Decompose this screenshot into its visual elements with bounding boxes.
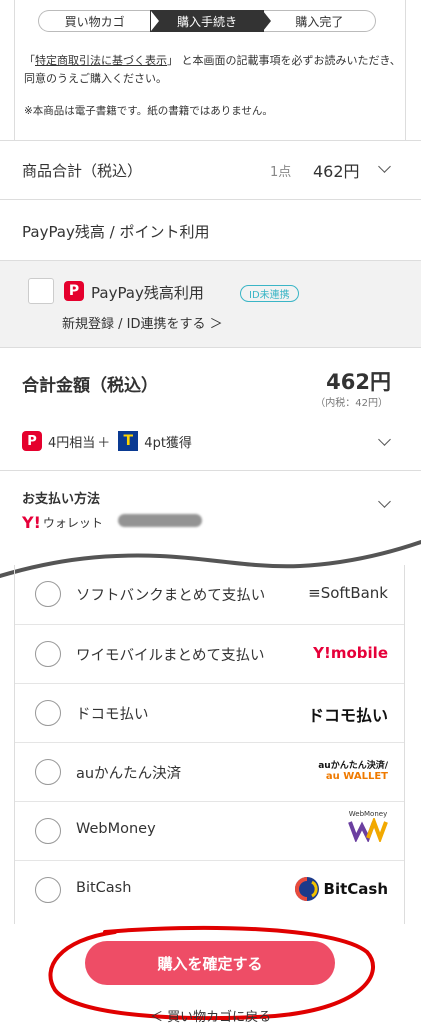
option-ymobile[interactable]: ワイモバイルまとめて支払い Y!mobile <box>14 624 404 683</box>
paypay-balance-box: P PayPay残高利用 ID未連携 新規登録 / ID連携をする ＞ <box>0 261 421 347</box>
softbank-logo-icon: ≡SoftBank <box>308 584 388 602</box>
option-au[interactable]: auかんたん決済 auかんたん決済/ au WALLET <box>14 742 404 801</box>
paypay-register-link[interactable]: 新規登録 / ID連携をする ＞ <box>62 313 223 332</box>
subtotal-label: 商品合計（税込） <box>22 161 143 180</box>
radio-button[interactable] <box>35 700 61 726</box>
option-bitcash[interactable]: BitCash BitCash <box>14 860 404 919</box>
quote-close: 」 <box>167 54 178 67</box>
total-section: 合計金額（税込） 462円 （内税：42円） P 4円相当 ＋ T 4pt獲得 <box>0 348 421 470</box>
payment-method-row[interactable]: お支払い方法 Y! ウォレット <box>0 471 421 546</box>
divider <box>404 565 405 924</box>
option-label: auかんたん決済 <box>76 766 182 782</box>
step-checkout: 購入手続き <box>150 10 272 32</box>
quote-open: 「 <box>24 54 35 67</box>
item-count: 1点 <box>270 164 292 180</box>
radio-button[interactable] <box>35 641 61 667</box>
subtotal-row[interactable]: 商品合計（税込） 1点 462円 <box>0 141 421 199</box>
paypay-icon: P <box>64 281 84 301</box>
option-label: WebMoney <box>76 821 156 837</box>
radio-button[interactable] <box>35 818 61 844</box>
chevron-down-icon <box>378 160 391 173</box>
paypay-balance-checkbox[interactable] <box>28 278 54 304</box>
radio-button[interactable] <box>35 759 61 785</box>
confirm-area: 購入を確定する ＜ 買い物カゴに戻る <box>0 924 421 1024</box>
option-docomo[interactable]: ドコモ払い ドコモ払い <box>14 683 404 742</box>
divider <box>405 0 406 140</box>
webmoney-logo-text: WebMoney <box>348 810 388 818</box>
paypay-balance-label: PayPay残高利用 <box>91 284 204 302</box>
legal-notice: 「特定商取引法に基づく表示」 と本画面の記載事項を必ずお読みいただき、同意のうえ… <box>24 52 404 88</box>
bitcash-logo-icon: BitCash <box>294 876 388 902</box>
points-earned[interactable]: P 4円相当 ＋ T 4pt獲得 <box>22 431 192 451</box>
divider <box>14 565 15 924</box>
payment-method-label: お支払い方法 <box>22 492 101 507</box>
paypay-section-title: PayPay残高 / ポイント利用 <box>22 223 210 241</box>
option-label: BitCash <box>76 880 132 896</box>
wallet-label: ウォレット <box>42 516 103 530</box>
webmoney-wm-icon <box>348 816 388 844</box>
redacted-info <box>118 514 202 527</box>
total-amount: 462円 <box>326 370 391 394</box>
paypay-icon: P <box>22 431 42 451</box>
id-status-badge: ID未連携 <box>240 285 299 302</box>
ymobile-logo-icon: Y!mobile <box>313 644 388 662</box>
step-complete: 購入完了 <box>263 10 376 32</box>
checkout-steps: 買い物カゴ 購入手続き 購入完了 <box>38 10 376 32</box>
t-points: 4pt獲得 <box>144 435 192 451</box>
payment-options: ソフトバンクまとめて支払い ≡SoftBank ワイモバイルまとめて支払い Y!… <box>14 565 404 919</box>
option-label: ドコモ払い <box>76 707 149 723</box>
legal-link[interactable]: 特定商取引法に基づく表示 <box>35 54 167 67</box>
paypay-points: 4円相当 <box>48 435 96 451</box>
radio-button[interactable] <box>35 877 61 903</box>
t-point-icon: T <box>118 431 139 451</box>
ymobile-wallet: Y! ウォレット <box>22 513 103 532</box>
au-logo-line1: auかんたん決済/ <box>318 761 388 771</box>
ebook-note: ※本商品は電子書籍です。紙の書籍ではありません。 <box>24 105 273 117</box>
chevron-down-icon[interactable] <box>378 433 391 446</box>
bitcash-b-icon <box>294 877 319 901</box>
webmoney-logo-icon: WebMoney <box>348 810 388 846</box>
docomo-logo-icon: ドコモ払い <box>307 706 388 725</box>
paypay-section: PayPay残高 / ポイント利用 <box>0 200 421 260</box>
option-label: ソフトバンクまとめて支払い <box>76 588 266 604</box>
chevron-down-icon <box>378 495 391 508</box>
total-tax: （内税：42円） <box>315 398 388 409</box>
divider <box>14 0 15 140</box>
option-label: ワイモバイルまとめて支払い <box>76 648 265 664</box>
au-logo-line2: au WALLET <box>325 771 388 782</box>
yahoo-logo-icon: Y! <box>22 513 41 532</box>
bitcash-logo-text: BitCash <box>323 880 388 898</box>
au-logo-icon: auかんたん決済/ au WALLET <box>318 758 388 782</box>
step-cart: 買い物カゴ <box>38 10 151 32</box>
plus-sign: ＋ <box>97 435 111 451</box>
subtotal-amount: 462円 <box>313 162 360 181</box>
back-to-cart-link[interactable]: ＜ 買い物カゴに戻る <box>150 1006 271 1024</box>
radio-button[interactable] <box>35 581 61 607</box>
option-softbank[interactable]: ソフトバンクまとめて支払い ≡SoftBank <box>14 565 404 624</box>
total-label: 合計金額（税込） <box>22 376 158 396</box>
option-webmoney[interactable]: WebMoney WebMoney <box>14 801 404 860</box>
